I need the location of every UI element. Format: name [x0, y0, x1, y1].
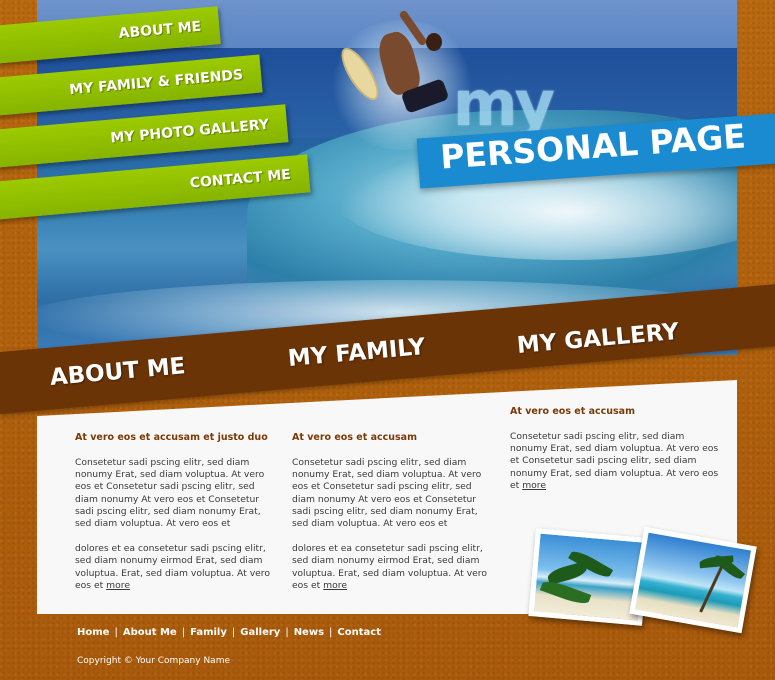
footer-link-contact[interactable]: Contact [337, 627, 381, 638]
nav-item-label: CONTACT ME [189, 166, 292, 192]
column-heading: At vero eos et accusam [510, 406, 635, 417]
nav-item-label: MY FAMILY & FRIENDS [68, 67, 244, 99]
nav-item-label: ABOUT ME [118, 18, 202, 42]
footer-link-gallery[interactable]: Gallery [240, 627, 280, 638]
copyright-text: Copyright © Your Company Name [77, 656, 230, 666]
nav-item-label: MY PHOTO GALLERY [109, 116, 270, 147]
paragraph-text: dolores et ea consetetur sadi pscing eli… [292, 543, 487, 591]
footer-link-about-me[interactable]: About Me [123, 627, 177, 638]
footer-separator: | [181, 627, 186, 638]
column-heading: At vero eos et accusam et justo duo [75, 432, 268, 443]
column-paragraph-2: dolores et ea consetetur sadi pscing eli… [75, 543, 275, 592]
footer-separator: | [231, 627, 236, 638]
surfer-head [426, 33, 442, 51]
column-paragraph: Consetetur sadi pscing elitr, sed diam n… [292, 457, 482, 530]
palm-leaf [539, 577, 592, 608]
footer-link-news[interactable]: News [294, 627, 324, 638]
column-paragraph: Consetetur sadi pscing elitr, sed diam n… [75, 457, 265, 530]
footer-nav: Home | About Me | Family | Gallery | News | C… [77, 627, 381, 638]
footer-separator: | [329, 627, 333, 638]
footer-separator: | [114, 627, 118, 638]
more-link[interactable]: more [522, 480, 546, 491]
more-link[interactable]: more [323, 580, 347, 591]
column-about: At vero eos et accusam et justo duo Cons… [75, 432, 275, 605]
footer-separator: | [285, 627, 289, 638]
palm-trunk [699, 566, 724, 613]
footer-link-family[interactable]: Family [190, 627, 227, 638]
column-gallery: At vero eos et accusam Consetetur sadi p… [510, 406, 720, 505]
column-paragraph-2: dolores et ea consetetur sadi pscing eli… [292, 543, 492, 592]
column-heading: At vero eos et accusam [292, 432, 417, 443]
paragraph-text: dolores et ea consetetur sadi pscing eli… [75, 543, 270, 591]
footer-link-home[interactable]: Home [77, 627, 109, 638]
more-link[interactable]: more [106, 580, 130, 591]
column-family: At vero eos et accusam Consetetur sadi p… [292, 432, 492, 605]
column-paragraph: Consetetur sadi pscing elitr, sed diam n… [510, 431, 720, 492]
logo-my-text: my [453, 67, 555, 140]
